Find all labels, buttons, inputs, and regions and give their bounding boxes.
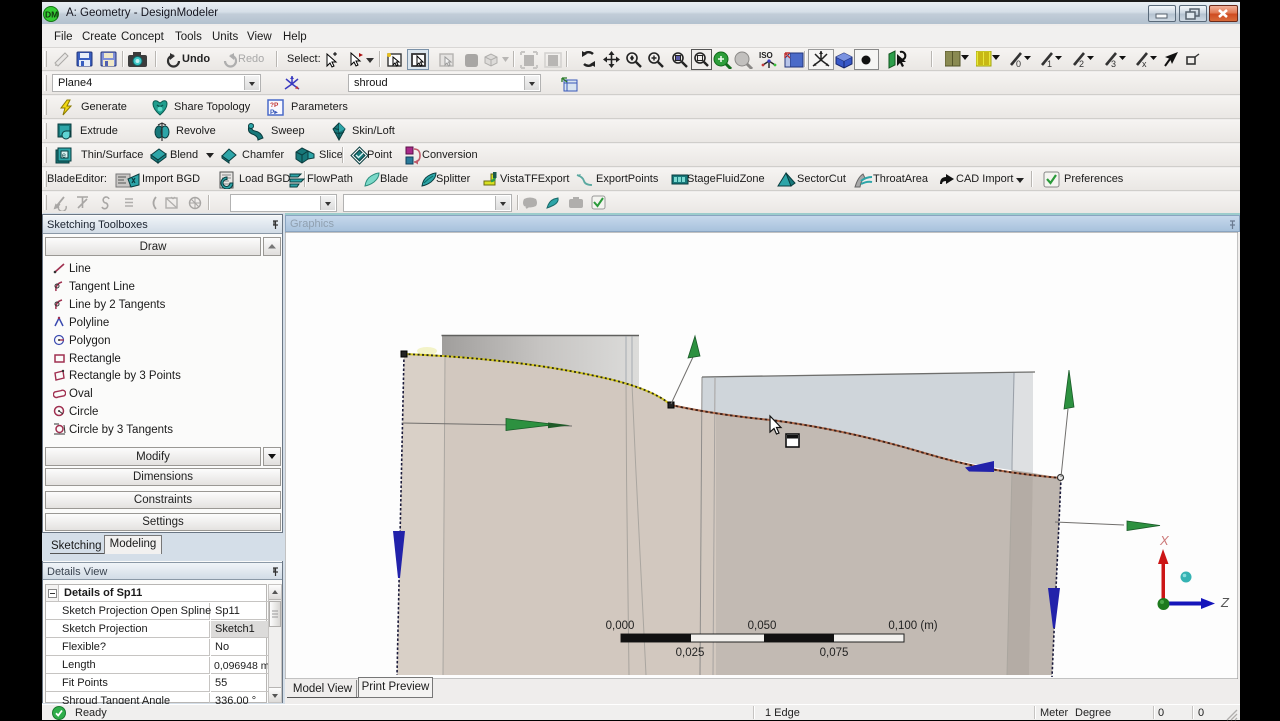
svg-text:0,000: 0,000 bbox=[606, 620, 635, 632]
svg-text:0,100 (m): 0,100 (m) bbox=[888, 620, 937, 632]
svg-text:0,050: 0,050 bbox=[748, 620, 777, 632]
svg-text:?P: ?P bbox=[270, 102, 279, 109]
svg-text:x: x bbox=[1142, 59, 1147, 68]
svg-text:ISO: ISO bbox=[759, 51, 773, 60]
svg-text:0,025: 0,025 bbox=[676, 647, 705, 659]
svg-text:0,075: 0,075 bbox=[820, 647, 849, 659]
svg-text:3: 3 bbox=[1111, 59, 1116, 68]
svg-text:2: 2 bbox=[1079, 59, 1084, 68]
svg-text:1: 1 bbox=[1047, 59, 1052, 68]
svg-text:e: e bbox=[62, 153, 66, 160]
svg-text:DM: DM bbox=[45, 10, 58, 20]
svg-text:P▸: P▸ bbox=[270, 109, 278, 116]
svg-text:X: X bbox=[1159, 533, 1170, 548]
svg-text:0: 0 bbox=[1016, 59, 1021, 68]
svg-text:Z: Z bbox=[1220, 595, 1230, 610]
